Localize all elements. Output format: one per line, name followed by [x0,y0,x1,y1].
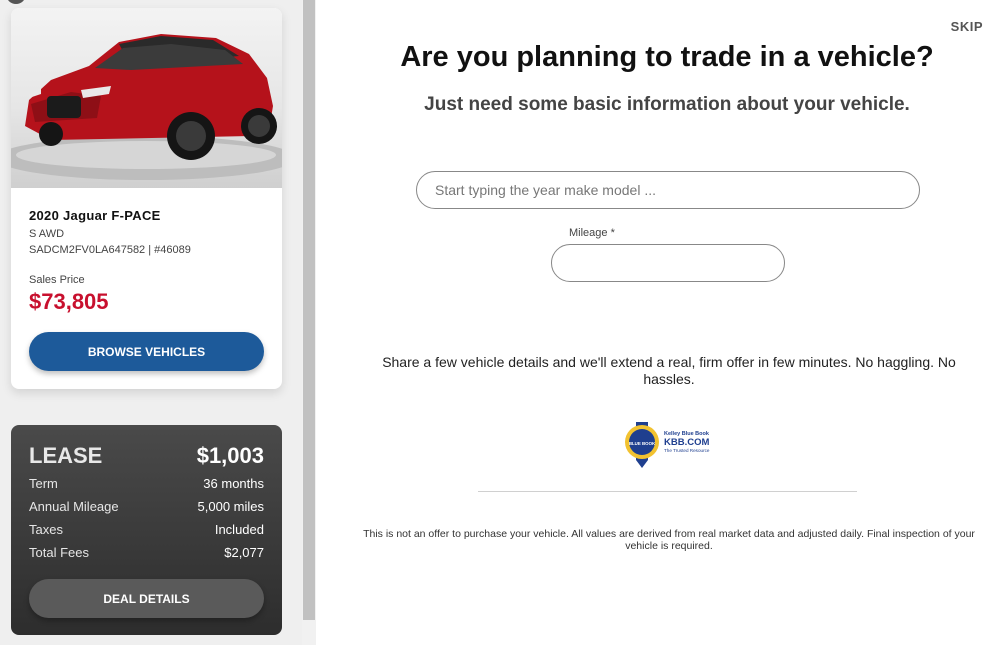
sales-price: $73,805 [29,289,109,314]
lease-row-label: Term [29,476,58,491]
lease-row-value: $2,077 [224,545,264,560]
lease-row-value: 36 months [203,476,264,491]
lease-row-value: 5,000 miles [197,499,264,514]
page-subtitle: Just need some basic information about y… [424,94,910,115]
page-title: Are you planning to trade in a vehicle? [400,41,934,73]
lease-row-mileage: Annual Mileage 5,000 miles [29,499,264,517]
lease-row-fees: Total Fees $2,077 [29,545,264,563]
vehicle-trim: S AWD [29,228,65,240]
lease-row-value: Included [214,522,264,537]
lease-row-label: Taxes [29,522,63,537]
vehicle-title: 2020 Jaguar F-PACE [29,208,161,223]
lease-card: LEASE $1,003 Term 36 months Annual Milea… [11,425,282,635]
vehicle-sidebar: 2020 Jaguar F-PACE S AWD SADCM2FV0LA6475… [0,0,302,645]
skip-link[interactable]: SKIP [951,19,983,34]
lease-row-label: Annual Mileage [29,499,119,514]
offer-description: Share a few vehicle details and we'll ex… [382,354,956,387]
svg-text:KBB.COM: KBB.COM [664,437,709,448]
mileage-label: Mileage * [569,227,615,239]
collapse-handle[interactable] [6,0,26,4]
lease-row-taxes: Taxes Included [29,522,264,540]
lease-row-term: Term 36 months [29,476,264,494]
sales-price-label: Sales Price [29,274,85,286]
year-make-model-input[interactable] [416,171,920,209]
kbb-logo: BLUE BOOK Kelley Blue Book KBB.COM The T… [622,420,714,472]
sidebar-scrollbar[interactable] [302,0,316,645]
scrollbar-thumb[interactable] [303,0,315,620]
section-divider [478,491,857,492]
mileage-input[interactable] [551,244,785,282]
vehicle-photo [11,8,282,188]
browse-vehicles-button[interactable]: BROWSE VEHICLES [29,332,264,371]
lease-label: LEASE [29,443,103,468]
deal-details-button[interactable]: DEAL DETAILS [29,579,264,618]
lease-amount: $1,003 [196,443,264,468]
svg-text:BLUE BOOK: BLUE BOOK [629,441,656,446]
vehicle-vin-stock: SADCM2FV0LA647582 | #46089 [29,244,191,256]
svg-text:The Trusted Resource: The Trusted Resource [664,448,710,453]
lease-row-label: Total Fees [29,545,89,560]
vehicle-card: 2020 Jaguar F-PACE S AWD SADCM2FV0LA6475… [11,8,282,389]
disclaimer-text: This is not an offer to purchase your ve… [363,528,975,552]
